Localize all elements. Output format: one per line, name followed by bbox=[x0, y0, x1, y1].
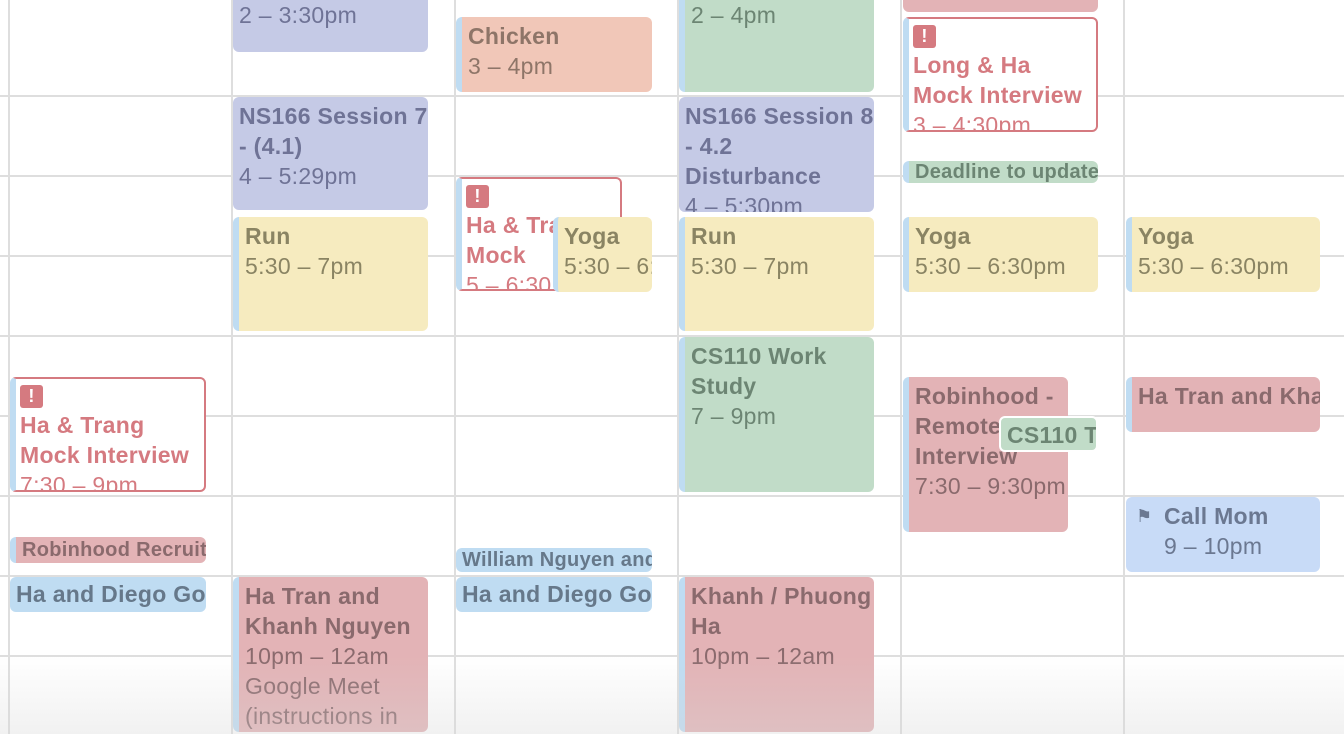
event-title: Run bbox=[691, 223, 737, 249]
event-time: 2 – 3:30pm bbox=[239, 2, 358, 28]
event-deadline-to-update[interactable]: Deadline to update bbox=[903, 161, 1098, 183]
event-title: Yoga bbox=[564, 223, 620, 249]
grid-hour-line bbox=[0, 95, 1344, 97]
event-run[interactable]: Run 5:30 – 7pm bbox=[679, 217, 874, 331]
event-title: Run bbox=[245, 223, 291, 249]
event-time: 5:30 – 7pm bbox=[691, 253, 810, 279]
flag-icon: ⚑ bbox=[1136, 506, 1153, 526]
event-time: 7:30 – 9pm bbox=[20, 472, 139, 492]
event-cs110-t[interactable]: CS110 T bbox=[999, 416, 1098, 452]
event-time: 9 – 10pm bbox=[1164, 533, 1263, 559]
event-title: Deadline to update bbox=[915, 161, 1098, 183]
event-title: Ha Tran and Khanh Nguyen bbox=[245, 583, 411, 639]
event-ha-tran-khanh[interactable]: Ha Tran and Khan bbox=[1126, 377, 1320, 432]
event-yoga[interactable]: Yoga 5:30 – 6:30pm bbox=[553, 217, 652, 292]
event-title: Robinhood Recruiter bbox=[22, 539, 206, 561]
event-title: Ha & Trang Mock Interview bbox=[20, 412, 190, 468]
event-cs110-work-study[interactable]: CS110 Work Study 7 – 9pm bbox=[679, 337, 874, 492]
event-ha-trang-mock-interview[interactable]: ! Ha & Trang Mock Interview 7:30 – 9pm bbox=[10, 377, 206, 492]
warning-icon: ! bbox=[20, 385, 43, 408]
grid-day-line bbox=[8, 0, 10, 734]
event-ns166-session-7[interactable]: NS166 Session 7 - (4.1) 4 – 5:29pm bbox=[233, 97, 428, 210]
event-title: Ha Tran and Khan bbox=[1138, 383, 1320, 409]
warning-icon: ! bbox=[913, 25, 936, 48]
event-time: 5:30 – 7pm bbox=[245, 253, 364, 279]
event-robinhood-remote-interview[interactable]: Robinhood - Remote Interview 7:30 – 9:30… bbox=[903, 377, 1068, 532]
warning-icon: ! bbox=[466, 185, 489, 208]
event-yoga[interactable]: Yoga 5:30 – 6:30pm bbox=[1126, 217, 1320, 292]
event-time: 7 – 9pm bbox=[691, 403, 777, 429]
event-time: 10pm – 12am bbox=[691, 643, 835, 669]
event-title: Yoga bbox=[915, 223, 971, 249]
event-title: CS110 Work Study bbox=[691, 343, 827, 399]
event-location: Google Meet (instructions in bbox=[245, 673, 399, 729]
event-title: William Nguyen and bbox=[462, 549, 652, 571]
event-time: 4 – 5:29pm bbox=[239, 163, 358, 189]
event-robinhood-recruiter[interactable]: Robinhood Recruiter bbox=[10, 537, 206, 563]
event-yoga[interactable]: Yoga 5:30 – 6:30pm bbox=[903, 217, 1098, 292]
grid-day-line bbox=[1123, 0, 1125, 734]
event-title: Call Mom bbox=[1164, 503, 1269, 529]
event-time: 3 – 4:30pm bbox=[913, 112, 1032, 132]
event-ha-tran-khanh-nguyen[interactable]: Ha Tran and Khanh Nguyen 10pm – 12am Goo… bbox=[233, 577, 428, 732]
event-title: CS110 T bbox=[1007, 422, 1098, 448]
event-chicken[interactable]: Chicken 3 – 4pm bbox=[456, 17, 652, 92]
event-time: 5:30 – 6:30pm bbox=[1138, 253, 1289, 279]
event-time: 7:30 – 9:30pm bbox=[915, 473, 1066, 499]
grid-hour-line bbox=[0, 335, 1344, 337]
event-title: Khanh / Phuong Ha bbox=[691, 583, 872, 639]
event-title: Ha and Diego Gon bbox=[16, 581, 206, 607]
event-ha-diego[interactable]: Ha and Diego Gon bbox=[456, 577, 652, 612]
event-time: 10pm – 12am bbox=[245, 643, 389, 669]
event-run[interactable]: Run 5:30 – 7pm bbox=[233, 217, 428, 331]
event-call-mom[interactable]: ⚑ Call Mom 9 – 10pm bbox=[1126, 497, 1320, 572]
bottom-fade bbox=[0, 656, 1344, 734]
event-title: Chicken bbox=[468, 23, 560, 49]
event-william-nguyen[interactable]: William Nguyen and bbox=[456, 548, 652, 572]
event-wednesday-afternoon[interactable]: 2 – 4pm bbox=[679, 0, 874, 92]
event-ns166-session-6[interactable]: 2 – 3:30pm bbox=[233, 0, 428, 52]
event-title: Ha and Diego Gon bbox=[462, 581, 652, 607]
event-title: Long & Ha Mock Interview bbox=[913, 52, 1083, 108]
calendar-week-grid: 2 – 3:30pm NS166 Session 7 - (4.1) 4 – 5… bbox=[0, 0, 1344, 734]
event-time: 4 – 5:30pm bbox=[685, 193, 804, 212]
event-title: Yoga bbox=[1138, 223, 1194, 249]
event-thursday-afternoon[interactable] bbox=[903, 0, 1098, 12]
event-time: 5:30 – 6:30pm bbox=[564, 253, 652, 279]
event-ha-diego[interactable]: Ha and Diego Gon bbox=[10, 577, 206, 612]
event-time: 2 – 4pm bbox=[691, 2, 777, 28]
event-title: NS166 Session 8 - 4.2 Disturbance bbox=[685, 103, 874, 189]
grid-hour-line bbox=[0, 655, 1344, 657]
event-ns166-session-8[interactable]: NS166 Session 8 - 4.2 Disturbance 4 – 5:… bbox=[679, 97, 874, 212]
grid-day-line bbox=[900, 0, 902, 734]
event-long-ha-mock-interview[interactable]: ! Long & Ha Mock Interview 3 – 4:30pm bbox=[903, 17, 1098, 132]
event-title: NS166 Session 7 - (4.1) bbox=[239, 103, 428, 159]
grid-day-line bbox=[454, 0, 456, 734]
event-time: 5:30 – 6:30pm bbox=[915, 253, 1066, 279]
event-time: 3 – 4pm bbox=[468, 53, 554, 79]
event-title-row: ⚑ Call Mom bbox=[1136, 501, 1320, 531]
event-khanh-phuong-ha[interactable]: Khanh / Phuong Ha 10pm – 12am bbox=[679, 577, 874, 732]
grid-hour-line bbox=[0, 175, 1344, 177]
